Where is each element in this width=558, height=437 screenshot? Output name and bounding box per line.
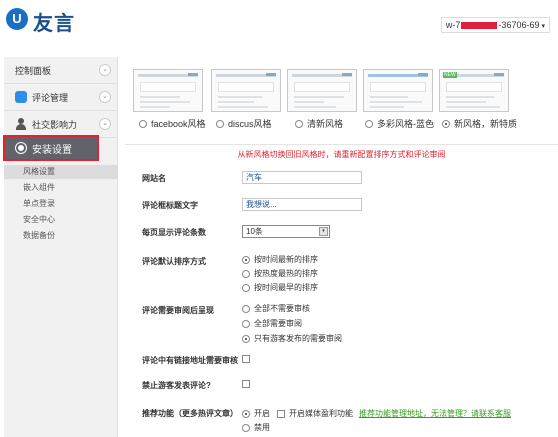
account-dropdown[interactable]: w-7 -36706-69 ▾	[440, 17, 550, 33]
per-page-value: 10条	[246, 227, 263, 236]
review-option-all[interactable]: 全部需要审阅	[242, 318, 302, 329]
theme-option-new-label[interactable]: 新风格，新特质	[442, 117, 517, 130]
theme-radio[interactable]	[295, 119, 303, 128]
media-profit-checkbox[interactable]	[277, 409, 285, 418]
site-name-input[interactable]: 汽车	[242, 171, 362, 184]
theme-option-facebook[interactable]	[133, 69, 203, 112]
sidebar-subitem-style[interactable]: 风格设置	[4, 165, 118, 179]
sort-option-hottest[interactable]: 按热度最热的排序	[242, 268, 318, 279]
user-icon	[15, 118, 27, 130]
theme-option-colorful-blue[interactable]	[363, 69, 433, 112]
divider	[125, 144, 558, 145]
radio[interactable]	[242, 423, 250, 432]
chevron-down-icon[interactable]: ⌄	[99, 118, 111, 130]
sort-option-oldest[interactable]: 按时间最早的排序	[242, 282, 318, 293]
sidebar-subitem-security[interactable]: 安全中心	[4, 213, 118, 227]
review-label: 评论需要审阅后呈现	[142, 306, 214, 315]
sidebar-item-social[interactable]: 社交影响力 ⌄	[4, 111, 117, 138]
speech-bubble-icon	[15, 91, 27, 103]
sidebar-item-control-panel[interactable]: 控制面板 ⌄	[4, 57, 117, 84]
comment-box-title-label: 评论框标题文字	[142, 201, 198, 210]
sort-label: 评论默认排序方式	[142, 257, 206, 266]
chevron-down-icon[interactable]: ▾	[319, 227, 328, 236]
gear-icon	[16, 143, 26, 153]
sidebar-item-label: 控制面板	[15, 65, 52, 76]
theme-thumbnail[interactable]	[211, 69, 281, 112]
theme-radio-selected[interactable]	[442, 119, 450, 128]
recommend-help-link[interactable]: 推荐功能管理地址，无法管理？请联系客服	[359, 408, 511, 419]
theme-option-fresh-label[interactable]: 清新风格	[295, 117, 343, 130]
sidebar-item-comments[interactable]: 评论管理 ⌄	[4, 84, 117, 111]
theme-radio[interactable]	[365, 119, 373, 128]
sidebar-item-label: 评论管理	[32, 92, 69, 103]
theme-option-discus-label[interactable]: discus风格	[216, 117, 272, 130]
main-content: facebook风格 discus风格 清新风格 多彩风格-蓝色 NEW 新风格…	[125, 57, 558, 437]
radio-selected[interactable]	[242, 334, 250, 343]
theme-radio[interactable]	[139, 119, 147, 128]
theme-option-colorful-blue-label[interactable]: 多彩风格-蓝色	[365, 117, 434, 130]
radio[interactable]	[242, 269, 250, 278]
radio[interactable]	[242, 304, 250, 313]
chevron-down-icon[interactable]: ⌄	[99, 64, 111, 76]
theme-option-new[interactable]: NEW	[439, 69, 509, 112]
guest-ban-checkbox-wrap[interactable]	[242, 380, 250, 388]
style-switch-warning: 从新风格切换回旧风格时，请重新配置排序方式和评论审阅	[237, 150, 446, 159]
radio[interactable]	[242, 283, 250, 292]
sidebar-subitem-backup[interactable]: 数据备份	[4, 229, 118, 243]
theme-picker: facebook风格 discus风格 清新风格 多彩风格-蓝色 NEW 新风格…	[125, 69, 558, 144]
recommend-label: 推荐功能（更多热评文章）	[142, 409, 238, 418]
per-page-select[interactable]: 10条 ▾	[242, 225, 330, 238]
guest-ban-label: 禁止游客发表评论?	[142, 381, 211, 390]
redaction-mark	[461, 22, 498, 30]
site-name-label: 网站名	[142, 174, 166, 183]
radio-selected[interactable]	[242, 255, 250, 264]
review-option-guests[interactable]: 只有游客发布的需要审阅	[242, 333, 342, 344]
theme-thumbnail[interactable]	[133, 69, 203, 112]
chevron-down-icon[interactable]: ⌄	[99, 91, 111, 103]
theme-option-facebook-label[interactable]: facebook风格	[139, 117, 206, 130]
header: U 友言 w-7 -36706-69 ▾	[0, 0, 558, 50]
sidebar-item-label: 安装设置	[32, 144, 72, 156]
sidebar-subitem-embed[interactable]: 嵌入组件	[4, 181, 118, 195]
recommend-off-option[interactable]: 禁用	[242, 422, 270, 433]
radio-selected[interactable]	[242, 409, 250, 418]
media-profit-option[interactable]: 开启媒体盈利功能	[277, 408, 353, 419]
comment-box-title-input[interactable]: 我想说...	[242, 198, 362, 211]
sort-option-newest[interactable]: 按时间最新的排序	[242, 254, 318, 265]
theme-thumbnail[interactable]	[287, 69, 357, 112]
account-id-prefix: w-7	[445, 20, 461, 30]
new-badge: NEW	[443, 72, 457, 78]
logo-icon: U	[6, 8, 28, 30]
theme-option-discus[interactable]	[211, 69, 281, 112]
theme-radio[interactable]	[216, 119, 224, 128]
link-review-checkbox-wrap[interactable]	[242, 355, 250, 363]
guest-ban-checkbox[interactable]	[242, 380, 250, 388]
theme-option-fresh[interactable]	[287, 69, 357, 112]
account-id-suffix: -36706-69	[498, 20, 540, 30]
per-page-label: 每页显示评论条数	[142, 228, 206, 237]
logo-text: 友言	[33, 13, 75, 35]
sidebar-item-install-settings[interactable]: 安装设置	[3, 135, 99, 161]
link-review-checkbox[interactable]	[242, 355, 250, 363]
recommend-on-option[interactable]: 开启	[242, 408, 270, 419]
chevron-down-icon: ▾	[541, 23, 545, 30]
radio[interactable]	[242, 319, 250, 328]
review-option-none[interactable]: 全部不需要审核	[242, 303, 310, 314]
theme-thumbnail[interactable]	[363, 69, 433, 112]
sidebar-subitem-sso[interactable]: 单点登录	[4, 197, 118, 211]
sidebar: 控制面板 ⌄ 评论管理 ⌄ 社交影响力 ⌄	[4, 57, 118, 437]
theme-thumbnail[interactable]: NEW	[439, 69, 509, 112]
link-review-label: 评论中有链接地址需要审核	[142, 356, 238, 365]
sidebar-item-label: 社交影响力	[32, 119, 78, 130]
